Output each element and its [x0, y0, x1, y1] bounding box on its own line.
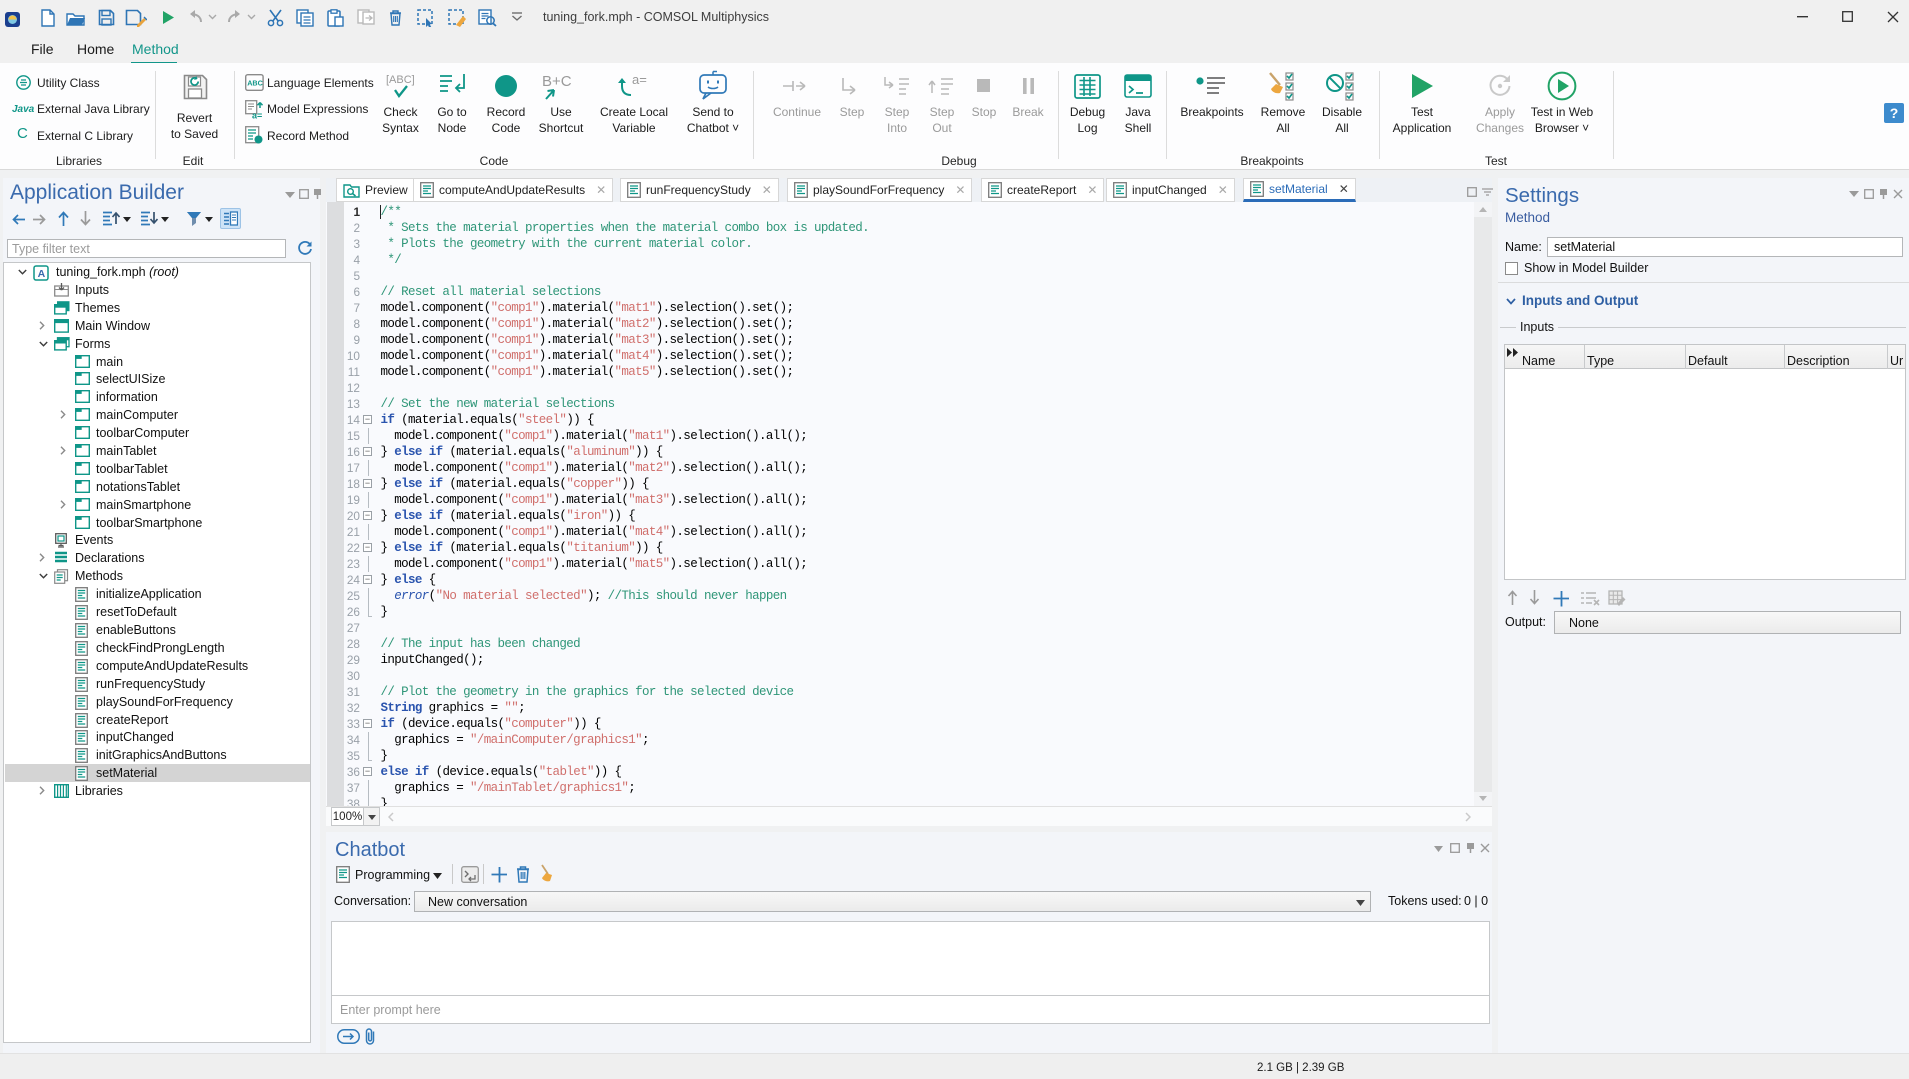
- svg-text:a=: a=: [252, 111, 262, 120]
- svg-text:A: A: [38, 268, 46, 280]
- svg-text:a=: a=: [632, 72, 647, 87]
- svg-text:ABC: ABC: [247, 79, 263, 88]
- svg-text:B+C: B+C: [542, 73, 572, 90]
- svg-text:[ABC]: [ABC]: [386, 74, 415, 86]
